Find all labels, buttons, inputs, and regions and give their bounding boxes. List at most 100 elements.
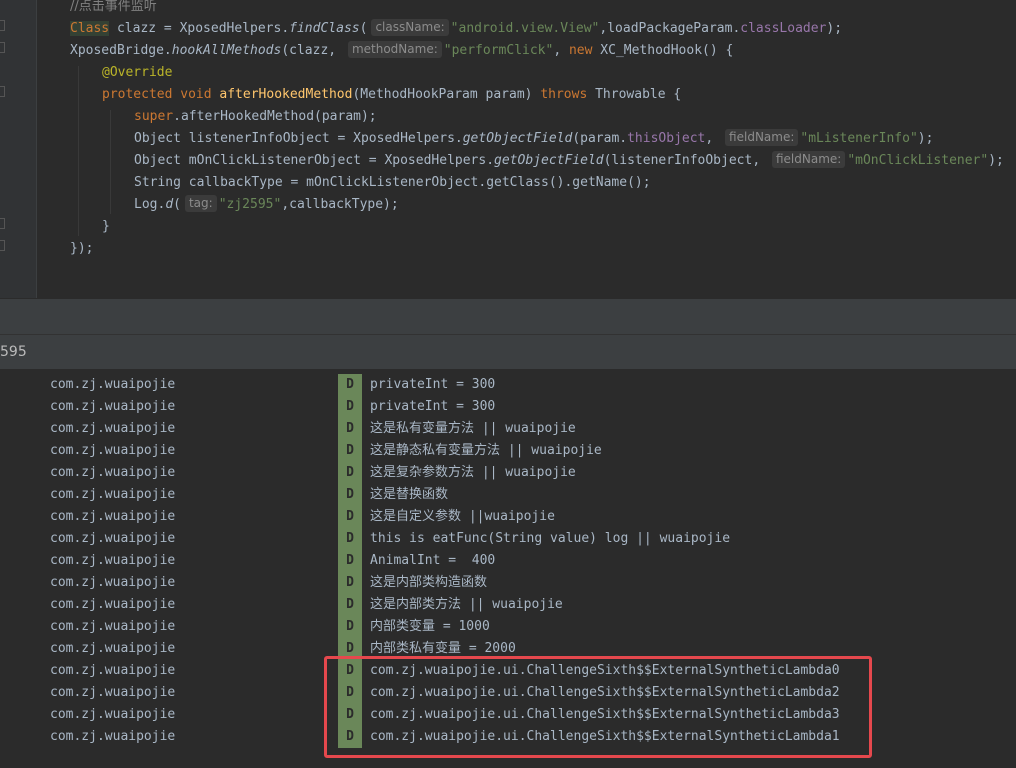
log-row[interactable]: com.zj.wuaipojie D 这是私有变量方法 || wuaipojie <box>0 418 1016 440</box>
code-line[interactable]: }); <box>70 238 93 260</box>
code-token: "performClick" <box>443 43 554 58</box>
log-package: com.zj.wuaipojie <box>50 619 176 634</box>
code-token: super <box>134 109 174 124</box>
code-token: (clazz, <box>281 43 344 58</box>
log-row[interactable]: com.zj.wuaipojie D AnimalInt = 400 <box>0 550 1016 572</box>
code-token: classLoader <box>740 21 827 36</box>
log-message: 这是内部类方法 || wuaipojie <box>370 597 563 612</box>
code-line[interactable]: XposedBridge.hookAllMethods(clazz, metho… <box>70 40 733 62</box>
log-package: com.zj.wuaipojie <box>50 553 176 568</box>
log-level-badge: D <box>338 462 362 484</box>
log-message: privateInt = 300 <box>370 399 496 414</box>
log-row[interactable]: com.zj.wuaipojie D 内部类变量 = 1000 <box>0 616 1016 638</box>
editor-gutter[interactable] <box>0 0 37 298</box>
log-level-badge: D <box>338 616 362 638</box>
code-token: @Override <box>102 65 173 80</box>
code-line[interactable]: super.afterHookedMethod(param); <box>134 106 377 128</box>
log-row[interactable]: com.zj.wuaipojie D 这是静态私有变量方法 || wuaipojie <box>0 440 1016 462</box>
code-token: ); <box>917 131 934 146</box>
log-level-badge: D <box>338 440 362 462</box>
parameter-name-hint: fieldName: <box>771 151 846 168</box>
code-token: clazz = XposedHelpers. <box>109 21 290 36</box>
code-token: afterHookedMethod <box>219 87 353 102</box>
log-message: 这是自定义参数 ||wuaipojie <box>370 509 555 524</box>
log-row[interactable]: com.zj.wuaipojie D 这是内部类方法 || wuaipojie <box>0 594 1016 616</box>
code-token: getObjectField <box>494 153 604 168</box>
code-token: ,callbackType); <box>281 197 399 212</box>
parameter-name-hint: className: <box>371 19 449 36</box>
log-row[interactable]: com.zj.wuaipojie DprivateInt = 300 <box>0 374 1016 396</box>
log-level-badge: D <box>338 396 362 418</box>
log-message: this is eatFunc(String value) log || wua… <box>370 531 731 546</box>
code-line[interactable]: Object listenerInfoObject = XposedHelper… <box>134 128 933 150</box>
code-token: thisObject <box>627 131 706 146</box>
code-token: //点击事件监听 <box>70 0 157 14</box>
log-package: com.zj.wuaipojie <box>50 641 176 656</box>
log-row[interactable]: com.zj.wuaipojie D 这是自定义参数 ||wuaipojie <box>0 506 1016 528</box>
code-line[interactable]: protected void afterHookedMethod(MethodH… <box>102 84 681 106</box>
fold-marker[interactable] <box>0 42 5 53</box>
code-token: Log. <box>134 197 166 212</box>
log-package: com.zj.wuaipojie <box>50 509 176 524</box>
code-line[interactable]: @Override <box>102 62 172 84</box>
code-token: XposedBridge. <box>70 43 172 58</box>
code-token: ,loadPackageParam. <box>599 21 741 36</box>
log-row[interactable]: com.zj.wuaipojie D 这是内部类构造函数 <box>0 572 1016 594</box>
code-token: ( <box>173 197 181 212</box>
log-level-badge: D <box>338 506 362 528</box>
code-token: getObjectField <box>462 131 573 146</box>
log-message: 这是复杂参数方法 || wuaipojie <box>370 465 576 480</box>
log-package: com.zj.wuaipojie <box>50 399 176 414</box>
fold-marker[interactable] <box>0 86 5 97</box>
fold-marker[interactable] <box>0 218 5 229</box>
code-token: , <box>705 131 722 146</box>
log-package: com.zj.wuaipojie <box>50 531 176 546</box>
log-package: com.zj.wuaipojie <box>50 597 176 612</box>
log-package: com.zj.wuaipojie <box>50 575 176 590</box>
panel-separator[interactable] <box>0 298 1016 335</box>
code-token: d <box>165 197 174 212</box>
fold-marker[interactable] <box>0 20 5 31</box>
code-token: Object listenerInfoObject = XposedHelper… <box>134 131 463 146</box>
log-row[interactable]: com.zj.wuaipojie D 这是替换函数 <box>0 484 1016 506</box>
code-token: "mListenerInfo" <box>800 131 918 146</box>
log-package: com.zj.wuaipojie <box>50 663 176 678</box>
log-message: 内部类变量 = 1000 <box>370 619 490 634</box>
log-level-badge: D <box>338 594 362 616</box>
code-line[interactable]: String callbackType = mOnClickListenerOb… <box>134 172 651 194</box>
fold-marker[interactable] <box>0 240 5 251</box>
code-line[interactable]: Class clazz = XposedHelpers.findClass(cl… <box>70 18 842 40</box>
log-message: 这是私有变量方法 || wuaipojie <box>370 421 576 436</box>
code-line[interactable]: //点击事件监听 <box>70 0 157 18</box>
logcat-filter-text[interactable]: 595 <box>0 335 27 369</box>
log-level-badge: D <box>338 374 362 396</box>
log-row[interactable]: com.zj.wuaipojie Dthis is eatFunc(String … <box>0 528 1016 550</box>
code-token: }); <box>70 241 94 256</box>
highlight-annotation-box <box>324 656 872 758</box>
indent-guide <box>110 110 111 214</box>
parameter-name-hint: fieldName: <box>725 129 799 146</box>
code-line[interactable]: Object mOnClickListenerObject = XposedHe… <box>134 150 1004 172</box>
log-package: com.zj.wuaipojie <box>50 685 176 700</box>
log-package: com.zj.wuaipojie <box>50 707 176 722</box>
log-level-badge: D <box>338 550 362 572</box>
log-row[interactable]: com.zj.wuaipojie DprivateInt = 300 <box>0 396 1016 418</box>
parameter-name-hint: tag: <box>184 195 217 212</box>
log-level-badge: D <box>338 418 362 440</box>
code-editor[interactable]: //点击事件监听 Class clazz = XposedHelpers.find… <box>0 0 1016 298</box>
code-token: findClass <box>289 21 360 36</box>
code-token: XC_MethodHook() { <box>592 43 734 58</box>
logcat-filter-bar[interactable]: 595 <box>0 334 1016 370</box>
indent-guide <box>78 66 79 236</box>
code-token: hookAllMethods <box>171 43 282 58</box>
code-token: "zj2595" <box>218 197 282 212</box>
code-line[interactable]: } <box>102 216 110 238</box>
code-line[interactable]: Log.d(tag: "zj2595",callbackType); <box>134 194 399 216</box>
log-message: AnimalInt = 400 <box>370 553 496 568</box>
code-token: , <box>553 43 569 58</box>
code-token: (param. <box>572 131 628 146</box>
log-row[interactable]: com.zj.wuaipojie D 这是复杂参数方法 || wuaipojie <box>0 462 1016 484</box>
code-token: "mOnClickListener" <box>847 153 989 168</box>
code-token: ); <box>826 21 843 36</box>
log-package: com.zj.wuaipojie <box>50 443 176 458</box>
